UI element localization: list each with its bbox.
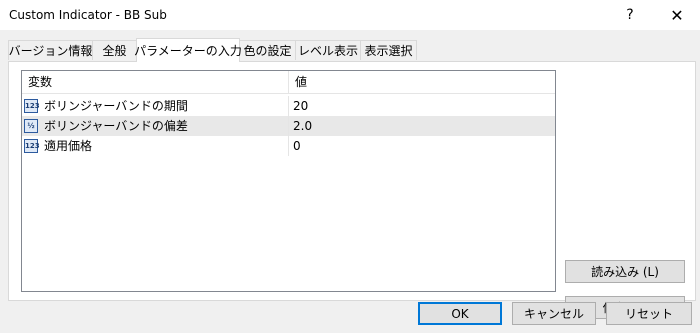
parameters-panel: 変数 値 123 ボリンジャーバンドの期間 20 ½ ボリンジャーバンドの偏差 …	[8, 61, 696, 319]
cell-divider	[288, 116, 289, 136]
table-row[interactable]: ½ ボリンジャーバンドの偏差 2.0	[22, 116, 555, 136]
parameters-grid: 変数 値 123 ボリンジャーバンドの期間 20 ½ ボリンジャーバンドの偏差 …	[21, 70, 556, 292]
load-button[interactable]: 読み込み (L)	[565, 260, 685, 283]
tab-general[interactable]: 全般	[92, 40, 137, 60]
variable-value[interactable]: 20	[293, 96, 308, 116]
integer-icon: 123	[24, 99, 40, 113]
variable-value[interactable]: 0	[293, 136, 301, 156]
tab-visualization[interactable]: 表示選択	[360, 40, 417, 60]
close-button[interactable]: ✕	[654, 0, 700, 30]
column-header-variable[interactable]: 変数	[22, 71, 288, 93]
window-title: Custom Indicator - BB Sub	[9, 8, 167, 22]
grid-header: 変数 値	[22, 71, 555, 94]
table-row[interactable]: 123 適用価格 0	[22, 136, 555, 156]
cell-divider	[288, 96, 289, 116]
variable-name: ボリンジャーバンドの期間	[44, 99, 188, 113]
tab-parameters[interactable]: パラメーターの入力	[134, 38, 242, 62]
variable-name: ボリンジャーバンドの偏差	[44, 119, 188, 133]
variable-value[interactable]: 2.0	[293, 116, 312, 136]
tab-colors[interactable]: 色の設定	[239, 40, 296, 60]
cancel-button[interactable]: キャンセル	[512, 302, 596, 325]
column-header-value[interactable]: 値	[289, 71, 555, 93]
variable-name: 適用価格	[44, 139, 93, 153]
dialog-body: バージョン情報 全般 パラメーターの入力 色の設定 レベル表示 表示選択 変数 …	[0, 30, 700, 333]
title-bar: Custom Indicator - BB Sub ? ✕	[0, 0, 700, 30]
table-row[interactable]: 123 ボリンジャーバンドの期間 20	[22, 96, 555, 116]
cell-divider	[288, 136, 289, 156]
ok-button[interactable]: OK	[418, 302, 502, 325]
tab-levels[interactable]: レベル表示	[295, 40, 361, 60]
double-icon: ½	[24, 119, 38, 133]
reset-button[interactable]: リセット	[606, 302, 692, 325]
tab-version-info[interactable]: バージョン情報	[8, 40, 93, 60]
help-button[interactable]: ?	[607, 0, 653, 30]
integer-icon: 123	[24, 139, 40, 153]
